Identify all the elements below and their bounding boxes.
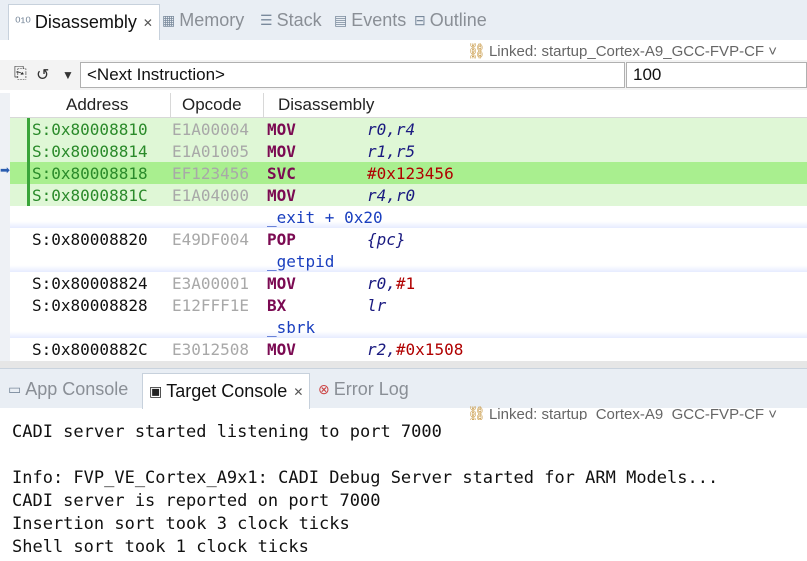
bottom-tab-bar: ▭ App Console ▣ Target Console ✕ ⊗ Error…	[0, 368, 807, 409]
instruction-row[interactable]: S:0x8000882C E3012508 MOV r2,#0x1508	[10, 338, 807, 360]
tab-memory-label: Memory	[179, 9, 245, 30]
tab-error-log[interactable]: ⊗ Error Log	[318, 373, 409, 405]
console-icon: ▭	[8, 380, 22, 397]
instruction-row[interactable]: S:0x80008814 E1A01005 MOV r1,r5	[10, 140, 807, 162]
column-disassembly[interactable]: Disassembly	[278, 95, 374, 115]
console-line: Shell sort took 1 clock ticks	[12, 537, 309, 557]
instruction-row[interactable]: S:0x8000881C E1A04000 MOV r4,r0	[10, 184, 807, 206]
operands-cell: r2,#0x1508	[367, 340, 464, 359]
console-line: Insertion sort took 3 clock ticks	[12, 514, 350, 534]
instruction-row[interactable]: S:0x80008810 E1A00004 MOV r0,r4	[10, 118, 807, 140]
tab-target-console[interactable]: ▣ Target Console ✕	[142, 373, 311, 409]
console-line: CADI server is reported on port 7000	[12, 491, 381, 511]
tab-outline[interactable]: ⊟ Outline	[414, 4, 487, 36]
opcode-cell: E3012508	[172, 340, 250, 359]
disassembly-table: S:0x80008810 E1A00004 MOV r0,r4 S:0x80008814…	[10, 118, 807, 360]
tab-stack-label: Stack	[276, 9, 322, 30]
console-output[interactable]: CADI server started listening to port 70…	[0, 420, 807, 561]
function-label[interactable]: _sbrk	[267, 318, 315, 337]
address-cell: S:0x80008810	[32, 120, 148, 139]
console-line: CADI server started listening to port 70…	[12, 422, 442, 442]
breakpoint-gutter[interactable]	[0, 93, 10, 361]
console-line: Info: FVP_VE_Cortex_A9x1: CADI Debug Ser…	[12, 468, 719, 488]
disassembly-column-header: Address Opcode Disassembly	[10, 93, 807, 118]
memory-icon: ▦	[162, 11, 176, 28]
function-label-row[interactable]: _getpid	[10, 250, 807, 272]
address-toolbar: ⎘ ↺ ▼ <Next Instruction> 100	[0, 60, 807, 90]
mnemonic-cell: MOV	[267, 340, 296, 359]
program-counter-arrow-icon: ➡	[0, 163, 11, 177]
tab-disassembly[interactable]: ⁰¹⁰ Disassembly ✕	[8, 4, 160, 40]
tab-outline-label: Outline	[429, 9, 487, 30]
operands-cell: r4,r0	[367, 186, 416, 205]
opcode-cell: E1A04000	[172, 186, 250, 205]
function-label-row[interactable]: _sbrk	[10, 316, 807, 338]
mnemonic-cell: MOV	[267, 120, 296, 139]
address-cell: S:0x8000881C	[32, 186, 148, 205]
linked-label: Linked: startup_Cortex-A9_GCC-FVP-CF	[488, 43, 765, 60]
tab-disassembly-label: Disassembly	[34, 12, 137, 32]
terminal-icon: ▣	[149, 383, 163, 399]
tab-events[interactable]: ▤ Events	[334, 4, 406, 36]
opcode-cell: E49DF004	[172, 230, 250, 249]
column-address[interactable]: Address	[66, 95, 128, 115]
close-icon[interactable]: ✕	[143, 16, 153, 30]
mnemonic-cell: MOV	[267, 142, 296, 161]
close-icon[interactable]: ✕	[293, 385, 303, 399]
tab-stack[interactable]: ☰ Stack	[260, 4, 322, 36]
operands-cell: r0,r4	[367, 120, 416, 139]
tab-events-label: Events	[351, 9, 407, 30]
chevron-down-icon[interactable]: ▼	[62, 68, 74, 82]
address-cell: S:0x8000882C	[32, 340, 148, 359]
outline-icon: ⊟	[414, 11, 426, 28]
opcode-cell: E12FFF1E	[172, 296, 250, 315]
instruction-count-input[interactable]: 100	[626, 62, 807, 88]
tab-memory[interactable]: ▦ Memory	[162, 4, 244, 36]
error-log-icon: ⊗	[318, 380, 330, 397]
address-input[interactable]: <Next Instruction>	[80, 62, 625, 88]
operands-cell: {pc}	[367, 230, 406, 249]
operands-cell: r0,#1	[367, 274, 416, 293]
instruction-row[interactable]: S:0x80008820 E49DF004 POP {pc}	[10, 228, 807, 250]
history-icon[interactable]: ↺	[36, 65, 49, 85]
opcode-cell: EF123456	[172, 164, 250, 183]
instruction-row[interactable]: S:0x80008818 EF123456 SVC #0x123456	[10, 162, 807, 184]
tab-app-console[interactable]: ▭ App Console	[8, 373, 128, 405]
stack-icon: ☰	[260, 11, 273, 28]
operands-cell: lr	[367, 296, 387, 315]
mnemonic-cell: SVC	[267, 164, 296, 183]
opcode-cell: E3A00001	[172, 274, 250, 293]
events-icon: ▤	[334, 11, 348, 28]
address-cell: S:0x80008820	[32, 230, 148, 249]
disassembly-icon: ⁰¹⁰	[15, 14, 31, 30]
tab-error-log-label: Error Log	[333, 378, 409, 399]
address-cell: S:0x80008814	[32, 142, 148, 161]
tab-target-console-label: Target Console	[166, 381, 288, 401]
horizontal-scrollbar[interactable]	[0, 361, 807, 368]
link-with-editor-icon[interactable]: ⎘	[14, 65, 27, 83]
link-icon: ⛓	[466, 43, 486, 60]
operands-cell: #0x123456	[367, 164, 454, 183]
mnemonic-cell: MOV	[267, 274, 296, 293]
column-opcode[interactable]: Opcode	[182, 95, 242, 115]
function-label-row[interactable]: _exit + 0x20	[10, 206, 807, 228]
mnemonic-cell: BX	[267, 296, 287, 315]
operands-cell: r1,r5	[367, 142, 416, 161]
opcode-cell: E1A00004	[172, 120, 250, 139]
mnemonic-cell: MOV	[267, 186, 296, 205]
address-cell: S:0x80008818	[32, 164, 148, 183]
address-cell: S:0x80008828	[32, 296, 148, 315]
mnemonic-cell: POP	[267, 230, 296, 249]
opcode-cell: E1A01005	[172, 142, 250, 161]
function-label[interactable]: _exit + 0x20	[267, 208, 383, 227]
function-label[interactable]: _getpid	[267, 252, 334, 271]
linked-context[interactable]: ⛓ Linked: startup_Cortex-A9_GCC-FVP-CF ˅	[467, 42, 777, 60]
instruction-row[interactable]: S:0x80008828 E12FFF1E BX lr	[10, 294, 807, 316]
top-tab-bar: ⁰¹⁰ Disassembly ✕ ▦ Memory ☰ Stack ▤ Eve…	[0, 0, 807, 40]
instruction-row[interactable]: S:0x80008824 E3A00001 MOV r0,#1	[10, 272, 807, 294]
address-cell: S:0x80008824	[32, 274, 148, 293]
tab-app-console-label: App Console	[25, 378, 129, 399]
